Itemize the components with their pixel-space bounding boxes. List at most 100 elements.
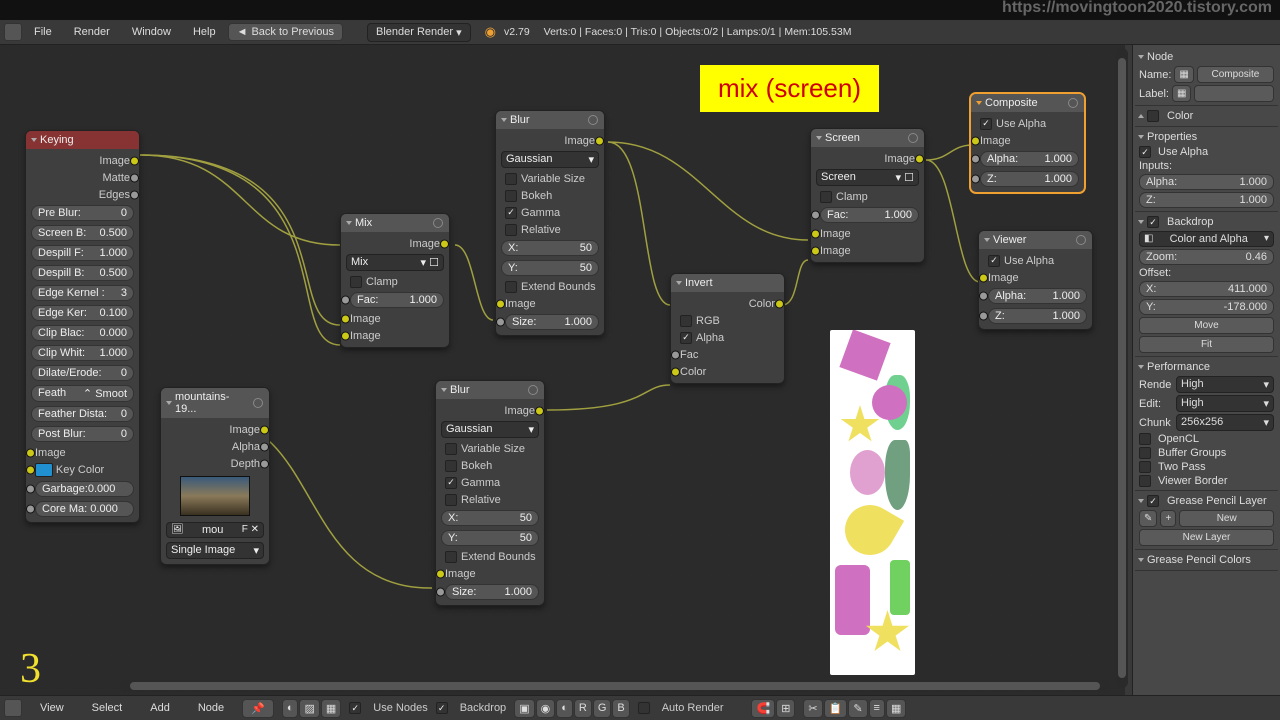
- socket-in[interactable]: [971, 175, 980, 184]
- socket-out[interactable]: [260, 459, 269, 468]
- slider[interactable]: Z:1.000: [1139, 192, 1274, 208]
- preview-icon[interactable]: [588, 115, 598, 125]
- check-autorender[interactable]: [638, 702, 650, 714]
- check-backdrop[interactable]: [436, 702, 448, 714]
- slider[interactable]: Alpha:1.000: [988, 288, 1087, 304]
- pencil-icon[interactable]: ✎: [1139, 510, 1157, 527]
- collapse-icon[interactable]: [501, 118, 507, 122]
- socket-in[interactable]: [496, 299, 505, 308]
- label-field[interactable]: [1194, 85, 1274, 102]
- check-rgb[interactable]: [680, 315, 692, 327]
- engine-dropdown[interactable]: Blender Render ▾: [367, 23, 471, 42]
- channel-icon[interactable]: B: [612, 699, 629, 718]
- socket-out[interactable]: [260, 442, 269, 451]
- expand-icon[interactable]: [1138, 114, 1144, 118]
- socket-in[interactable]: [496, 318, 505, 327]
- file-field[interactable]: 🖼 mou F ✕: [166, 522, 264, 538]
- preview-icon[interactable]: [1068, 98, 1078, 108]
- preview-icon[interactable]: [1076, 235, 1086, 245]
- slider[interactable]: Alpha:1.000: [1139, 174, 1274, 190]
- socket-in[interactable]: [341, 296, 350, 305]
- socket-out[interactable]: [775, 299, 784, 308]
- fit-button[interactable]: Fit: [1139, 336, 1274, 353]
- check[interactable]: [1147, 495, 1159, 507]
- collapse-icon[interactable]: [1138, 499, 1144, 503]
- check-usealpha[interactable]: [988, 255, 1000, 267]
- socket-out[interactable]: [595, 136, 604, 145]
- slider[interactable]: Size:1.000: [505, 314, 599, 330]
- socket-in[interactable]: [811, 229, 820, 238]
- colormode-dropdown[interactable]: ◧ Color and Alpha ▾: [1139, 231, 1274, 247]
- slider[interactable]: Alpha:1.000: [980, 151, 1079, 167]
- socket-in[interactable]: [979, 292, 988, 301]
- editor-type-icon[interactable]: [4, 699, 22, 717]
- socket-in[interactable]: [26, 485, 35, 494]
- slider[interactable]: Despill B:0.500: [31, 265, 134, 281]
- name-field[interactable]: Composite: [1197, 66, 1274, 83]
- collapse-icon[interactable]: [1138, 220, 1144, 224]
- check[interactable]: [505, 224, 517, 236]
- node-invert[interactable]: Invert Color RGB Alpha Fac Color: [670, 273, 785, 384]
- check[interactable]: [1139, 475, 1151, 487]
- socket-out[interactable]: [260, 425, 269, 434]
- node-icon[interactable]: ▦: [1174, 66, 1193, 83]
- check-clamp[interactable]: [820, 191, 832, 203]
- node-screen[interactable]: Screen Image Screen▾ ☐ Clamp Fac:1.000 I…: [810, 128, 925, 263]
- render-dropdown[interactable]: High▾: [1176, 376, 1274, 393]
- check[interactable]: [445, 460, 457, 472]
- socket-in[interactable]: [979, 312, 988, 321]
- collapse-icon[interactable]: [441, 388, 447, 392]
- slider[interactable]: X:411.000: [1139, 281, 1274, 297]
- blur-type[interactable]: Gaussian▾: [501, 151, 599, 168]
- socket-in[interactable]: [26, 466, 35, 475]
- node-viewer[interactable]: Viewer Use Alpha Image Alpha:1.000 Z:1.0…: [978, 230, 1093, 330]
- collapse-icon[interactable]: [976, 101, 982, 105]
- node-keying[interactable]: Keying Image Matte Edges Pre Blur:0 Scre…: [25, 130, 140, 523]
- back-button[interactable]: ◄ Back to Previous: [228, 23, 343, 41]
- preview-icon[interactable]: [253, 398, 263, 408]
- slider[interactable]: Fac:1.000: [820, 207, 919, 223]
- collapse-icon[interactable]: [31, 138, 37, 142]
- socket-in[interactable]: [671, 367, 680, 376]
- slider[interactable]: Feath⌃ Smoot: [31, 385, 134, 402]
- menu-window[interactable]: Window: [122, 23, 181, 41]
- slider[interactable]: Edge Ker:0.100: [31, 305, 134, 321]
- add-icon[interactable]: +: [1160, 510, 1176, 527]
- socket-in[interactable]: [26, 448, 35, 457]
- collapse-icon[interactable]: [1138, 135, 1144, 139]
- slider[interactable]: Fac:1.000: [350, 292, 444, 308]
- check-usealpha[interactable]: [980, 118, 992, 130]
- slider[interactable]: Z:1.000: [980, 171, 1079, 187]
- preview-icon[interactable]: [908, 133, 918, 143]
- snap-icon[interactable]: 🧲: [751, 699, 775, 718]
- check[interactable]: [505, 190, 517, 202]
- socket-in[interactable]: [971, 136, 980, 145]
- slider[interactable]: X:50: [441, 510, 539, 526]
- slider[interactable]: Pre Blur:0: [31, 205, 134, 221]
- slider[interactable]: Clip Blac:0.000: [31, 325, 134, 341]
- check-alpha[interactable]: [680, 332, 692, 344]
- collapse-icon[interactable]: [166, 401, 172, 405]
- slider[interactable]: Clip Whit:1.000: [31, 345, 134, 361]
- pin-icon[interactable]: 📌: [242, 699, 274, 718]
- node-composite[interactable]: Composite Use Alpha Image Alpha:1.000 Z:…: [970, 93, 1085, 193]
- shading-icon[interactable]: ◐: [282, 699, 299, 718]
- check[interactable]: [445, 494, 457, 506]
- move-button[interactable]: Move: [1139, 317, 1274, 334]
- socket-in[interactable]: [341, 331, 350, 340]
- slider[interactable]: Despill F:1.000: [31, 245, 134, 261]
- check[interactable]: [1147, 216, 1159, 228]
- menu-file[interactable]: File: [24, 23, 62, 41]
- socket-in[interactable]: [811, 211, 820, 220]
- tool-icon[interactable]: 📋: [824, 699, 848, 718]
- socket-out[interactable]: [535, 406, 544, 415]
- new-button[interactable]: New: [1179, 510, 1274, 527]
- check-usenodes[interactable]: [349, 702, 361, 714]
- slider[interactable]: Y:-178.000: [1139, 299, 1274, 315]
- newlayer-button[interactable]: New Layer: [1139, 529, 1274, 546]
- tool-icon[interactable]: ✂: [803, 699, 822, 718]
- channel-icon[interactable]: ◉: [536, 699, 556, 718]
- shading-icon[interactable]: ▦: [321, 699, 341, 718]
- socket-out[interactable]: [130, 190, 139, 199]
- socket-out[interactable]: [915, 154, 924, 163]
